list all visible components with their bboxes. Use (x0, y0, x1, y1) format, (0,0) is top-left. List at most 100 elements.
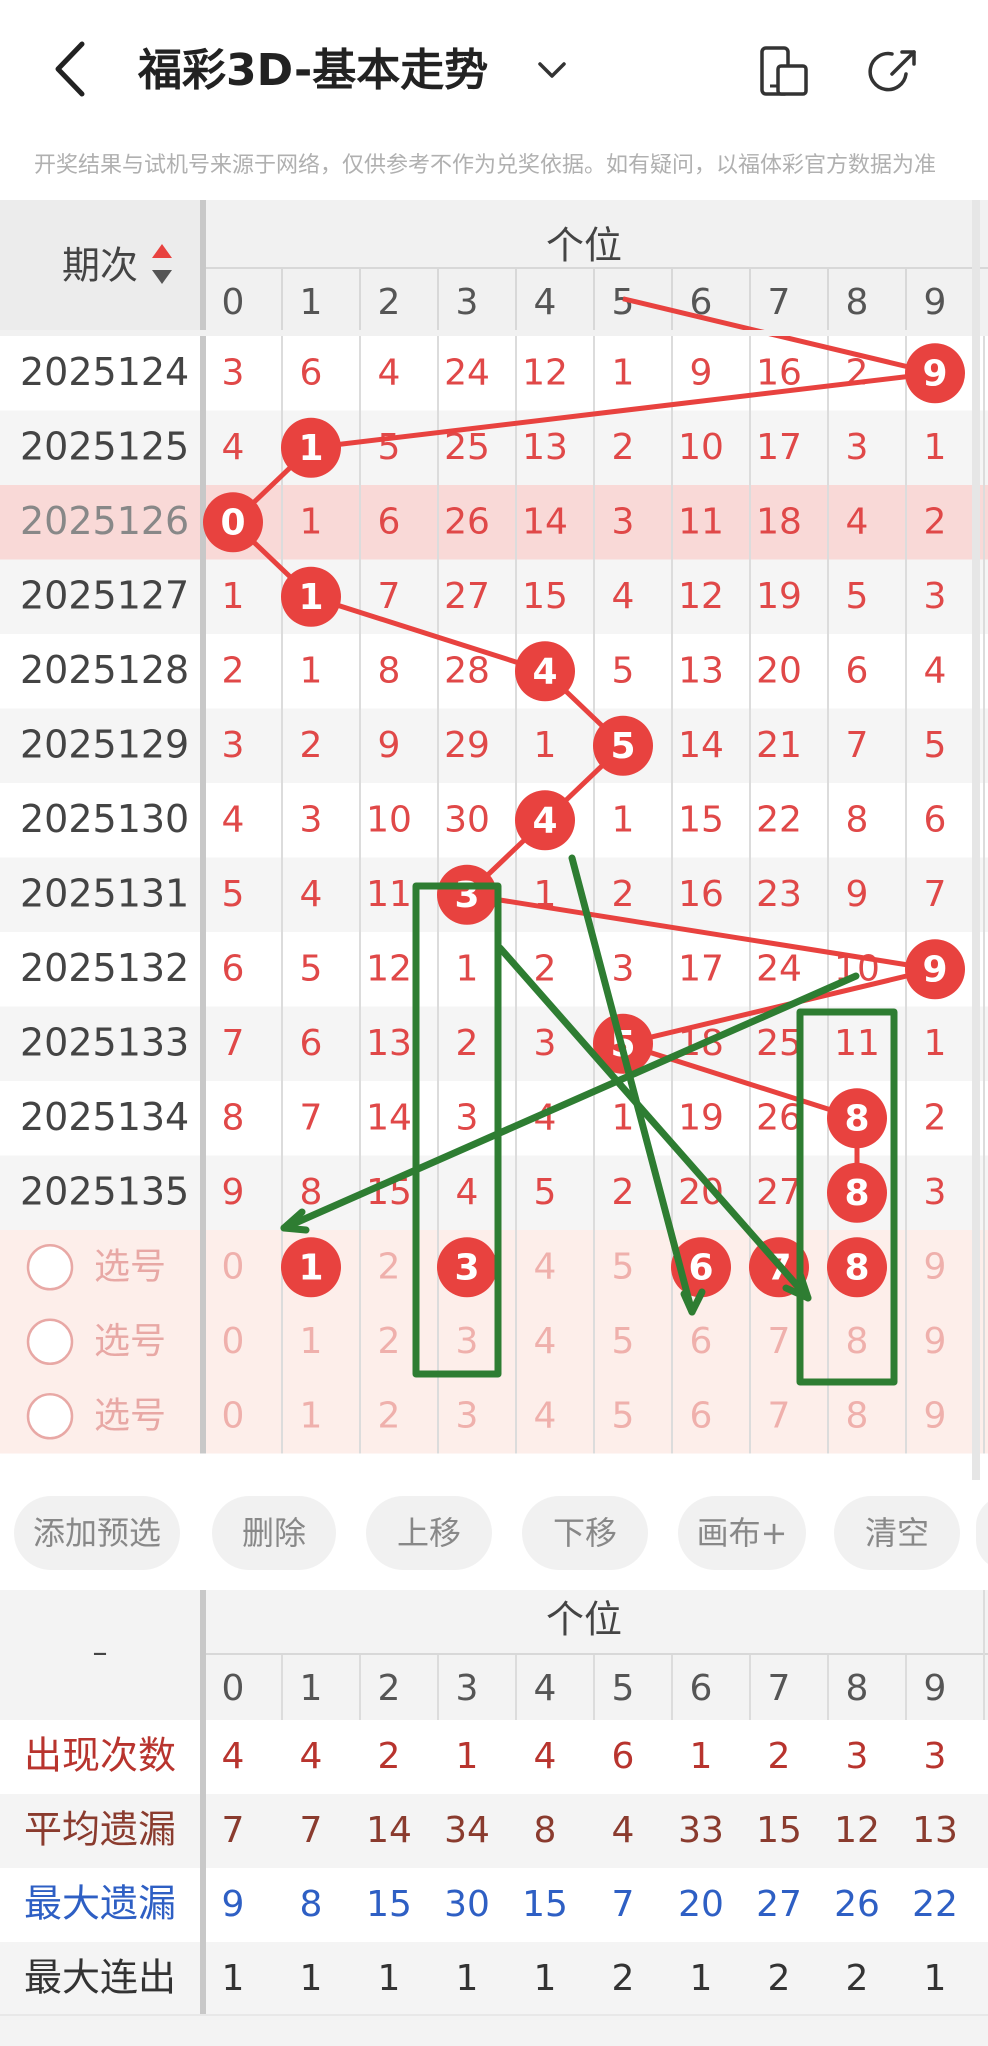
miss-count: 4 (924, 650, 947, 691)
share-icon[interactable] (866, 44, 922, 100)
pick-row: 选号 0 1 2 3 4 5 6 7 8 9 (0, 1379, 988, 1454)
add-preselect-button[interactable]: 添加预选 (14, 1496, 180, 1570)
miss-count: 6 (222, 948, 245, 989)
table-row: 2025133 7 6 13 2 3 18 25 11 1 (0, 1006, 988, 1081)
move-down-button[interactable]: 下移 (522, 1496, 648, 1570)
pick-digit-2[interactable]: 2 (378, 1395, 401, 1436)
stats-value: 1 (456, 1958, 479, 1999)
pick-digit-5[interactable]: 5 (612, 1395, 635, 1436)
pick-digit-7[interactable]: 7 (768, 1321, 791, 1362)
stats-value: 4 (300, 1736, 323, 1777)
miss-count: 2 (924, 1097, 947, 1138)
pick-digit-0[interactable]: 0 (222, 1395, 245, 1436)
pick-digit-6[interactable]: 6 (690, 1321, 713, 1362)
device-icon[interactable] (756, 44, 812, 100)
miss-count: 9 (378, 725, 401, 766)
miss-count: 13 (366, 1023, 412, 1064)
stats-value: 8 (300, 1884, 323, 1925)
miss-count: 12 (522, 352, 568, 393)
period-label[interactable]: 期次 (62, 244, 138, 288)
pick-label: 选号 (94, 1246, 166, 1287)
stats-digit-header-0: 0 (222, 1668, 245, 1709)
pick-digit-4[interactable]: 4 (534, 1395, 557, 1436)
selected-pick-ball[interactable]: 1 (281, 1237, 341, 1298)
canvas-plus-button[interactable]: 画布+ (678, 1496, 806, 1570)
back-icon[interactable] (46, 34, 96, 104)
stats-value: 9 (222, 1884, 245, 1925)
pick-digit-8[interactable]: 8 (846, 1321, 869, 1362)
miss-count: 30 (444, 799, 490, 840)
svg-text:0: 0 (220, 502, 245, 543)
pick-digit-1[interactable]: 1 (300, 1395, 323, 1436)
clear-button[interactable]: 清空 (834, 1496, 960, 1570)
move-up-button[interactable]: 上移 (366, 1496, 492, 1570)
hit-ball: 8 (827, 1088, 887, 1149)
miss-count: 21 (756, 725, 802, 766)
pick-radio[interactable] (26, 1393, 74, 1440)
stats-value: 34 (444, 1810, 490, 1851)
stats-value: 1 (456, 1736, 479, 1777)
svg-text:1: 1 (298, 1247, 323, 1288)
miss-count: 4 (612, 576, 635, 617)
pick-digit-6[interactable]: 6 (690, 1395, 713, 1436)
pick-label: 选号 (94, 1395, 166, 1436)
chevron-down-icon[interactable] (532, 50, 572, 90)
pick-digit-9[interactable]: 9 (924, 1321, 947, 1362)
pick-digit-3[interactable]: 3 (456, 1321, 479, 1362)
hit-ball: 8 (827, 1162, 887, 1223)
more-button-edge[interactable] (976, 1496, 988, 1570)
pick-digit-5[interactable]: 5 (612, 1246, 635, 1287)
page-title[interactable]: 福彩3D-基本走势 (138, 36, 488, 106)
miss-count: 12 (366, 948, 412, 989)
delete-button[interactable]: 删除 (212, 1496, 336, 1570)
table-row: 2025126 1 6 26 14 3 11 18 4 2 (0, 485, 988, 560)
pick-digit-4[interactable]: 4 (534, 1246, 557, 1287)
miss-count: 14 (678, 725, 724, 766)
period-number: 2025125 (20, 424, 189, 468)
miss-count: 5 (300, 948, 323, 989)
pick-radio[interactable] (26, 1244, 74, 1291)
miss-count: 3 (534, 1023, 557, 1064)
hit-ball: 3 (437, 864, 497, 925)
bottom-bar (0, 2014, 988, 2046)
stats-value: 6 (612, 1736, 635, 1777)
stats-row-label: 最大连出 (24, 1956, 176, 2000)
pick-digit-1[interactable]: 1 (300, 1321, 323, 1362)
pick-digit-9[interactable]: 9 (924, 1246, 947, 1287)
svg-text:3: 3 (454, 1247, 479, 1288)
pick-digit-2[interactable]: 2 (378, 1246, 401, 1287)
pick-digit-5[interactable]: 5 (612, 1321, 635, 1362)
pick-digit-4[interactable]: 4 (534, 1321, 557, 1362)
pick-radio[interactable] (26, 1318, 74, 1365)
pick-digit-0[interactable]: 0 (222, 1246, 245, 1287)
stats-row: 平均遗漏 7 7 14 34 8 4 33 15 12 13 (0, 1794, 988, 1868)
hit-ball: 1 (281, 417, 341, 478)
miss-count: 1 (456, 948, 479, 989)
stats-value: 1 (924, 1958, 947, 1999)
pick-digit-7[interactable]: 7 (768, 1395, 791, 1436)
hit-ball: 4 (515, 641, 575, 702)
digit-header-3: 3 (456, 282, 479, 323)
selected-pick-ball[interactable]: 3 (437, 1237, 497, 1298)
pick-digit-2[interactable]: 2 (378, 1321, 401, 1362)
stats-row-label: 平均遗漏 (24, 1808, 176, 1852)
stats-value: 4 (612, 1810, 635, 1851)
pick-digit-0[interactable]: 0 (222, 1321, 245, 1362)
pick-digit-8[interactable]: 8 (846, 1395, 869, 1436)
pick-digit-3[interactable]: 3 (456, 1395, 479, 1436)
stats-value: 7 (222, 1810, 245, 1851)
miss-count: 12 (678, 576, 724, 617)
stats-row-label: 最大遗漏 (24, 1882, 176, 1926)
selected-pick-ball[interactable]: 8 (827, 1237, 887, 1298)
miss-count: 11 (366, 874, 412, 915)
miss-count: 29 (444, 725, 490, 766)
pick-label: 选号 (94, 1321, 166, 1362)
miss-count: 19 (678, 1097, 724, 1138)
miss-count: 26 (444, 501, 490, 542)
table-row: 2025124 3 6 4 24 12 1 9 16 2 (0, 336, 988, 411)
digit-header-1: 1 (300, 282, 323, 323)
miss-count: 3 (456, 1097, 479, 1138)
pick-digit-9[interactable]: 9 (924, 1395, 947, 1436)
stats-digit-header-9: 9 (924, 1668, 947, 1709)
miss-count: 3 (924, 1172, 947, 1213)
